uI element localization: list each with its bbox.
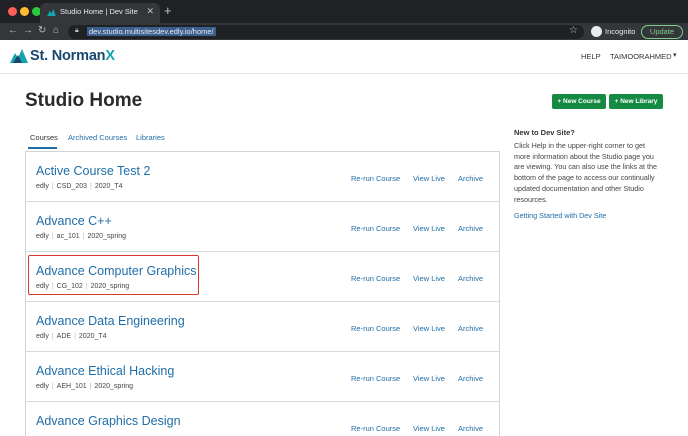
update-button[interactable]: Update — [641, 24, 683, 39]
view-live-link[interactable]: View Live — [413, 374, 445, 383]
incognito-icon — [591, 26, 602, 37]
view-live-link[interactable]: View Live — [413, 224, 445, 233]
archive-link[interactable]: Archive — [458, 324, 483, 333]
rerun-course-link[interactable]: Re-run Course — [351, 374, 400, 383]
browser-toolbar: ← → ↻ ⌂ 🔒︎ dev.studio.multisitesdev.edly… — [0, 23, 688, 40]
tab-archived-courses[interactable]: Archived Courses — [68, 133, 127, 142]
tab-courses[interactable]: Courses — [30, 133, 58, 142]
minimize-window-button[interactable] — [20, 7, 29, 16]
logo-accent: X — [105, 48, 115, 64]
active-tab-indicator — [28, 147, 57, 149]
archive-link[interactable]: Archive — [458, 224, 483, 233]
page-title: Studio Home — [25, 90, 143, 111]
new-tab-icon[interactable]: + — [164, 3, 172, 18]
bookmark-star-icon[interactable]: ☆ — [569, 25, 578, 36]
course-meta: edly | ac_101 | 2020_spring — [36, 233, 126, 240]
course-run: 2020_spring — [87, 233, 126, 240]
logo-icon[interactable] — [10, 49, 28, 63]
course-name-link[interactable]: Advance C++ — [36, 214, 112, 228]
home-icon[interactable]: ⌂ — [53, 25, 59, 36]
archive-link[interactable]: Archive — [458, 174, 483, 183]
user-menu[interactable]: TAIMOORAHMED — [610, 52, 672, 61]
sidebar-body: Click Help in the upper-right corner to … — [514, 141, 658, 204]
course-number: CSD_203 — [56, 183, 88, 190]
course-name-link[interactable]: Advance Ethical Hacking — [36, 364, 174, 378]
getting-started-link[interactable]: Getting Started with Dev Site — [514, 211, 606, 220]
new-library-label: New Library — [620, 98, 658, 105]
course-number: ADE — [56, 333, 72, 340]
close-window-button[interactable] — [8, 7, 17, 16]
caret-down-icon[interactable]: ▾ — [673, 51, 677, 59]
rerun-course-link[interactable]: Re-run Course — [351, 224, 400, 233]
course-org: edly — [36, 333, 49, 340]
reload-icon[interactable]: ↻ — [38, 25, 46, 36]
view-live-link[interactable]: View Live — [413, 174, 445, 183]
course-row: Active Course Test 2 edly | CSD_203 | 2020_T… — [26, 152, 499, 202]
course-row: Advance Ethical Hacking edly | AEH_101 | 202… — [26, 352, 499, 402]
incognito-label: Incognito — [605, 27, 636, 36]
view-live-link[interactable]: View Live — [413, 324, 445, 333]
course-meta: edly | CSD_203 | 2020_T4 — [36, 183, 123, 190]
archive-link[interactable]: Archive — [458, 274, 483, 283]
favicon-icon — [47, 9, 56, 16]
course-meta: edly | AEH_101 | 2020_spring — [36, 383, 133, 390]
rerun-course-link[interactable]: Re-run Course — [351, 174, 400, 183]
address-bar[interactable]: 🔒︎ dev.studio.multisitesdev.edly.io/home… — [68, 24, 584, 39]
url-text[interactable]: dev.studio.multisitesdev.edly.io/home/ — [87, 26, 216, 36]
site-header: St. NormanX HELP TAIMOORAHMED ▾ — [0, 40, 688, 74]
lock-icon: 🔒︎ — [75, 26, 79, 34]
course-name-link[interactable]: Advance Data Engineering — [36, 314, 185, 328]
course-row: Advance C++ edly | ac_101 | 2020_spring Re-r… — [26, 202, 499, 252]
browser-tab[interactable]: Studio Home | Dev Site ✕ — [40, 3, 160, 23]
browser-tab-bar: Studio Home | Dev Site ✕ + — [0, 0, 688, 23]
course-run: 2020_spring — [94, 383, 133, 390]
course-org: edly — [36, 183, 49, 190]
archive-link[interactable]: Archive — [458, 374, 483, 383]
course-row: Advance Graphics Design Re-run Course Vi… — [26, 402, 499, 436]
course-name-link[interactable]: Active Course Test 2 — [36, 164, 150, 178]
rerun-course-link[interactable]: Re-run Course — [351, 274, 400, 283]
rerun-course-link[interactable]: Re-run Course — [351, 424, 400, 433]
course-run: 2020_T4 — [78, 333, 107, 340]
rerun-course-link[interactable]: Re-run Course — [351, 324, 400, 333]
highlight-box — [28, 255, 199, 295]
course-meta: edly | ADE | 2020_T4 — [36, 333, 107, 340]
sidebar-heading: New to Dev Site? — [514, 128, 575, 137]
course-run: 2020_T4 — [94, 183, 123, 190]
new-course-button[interactable]: + New Course — [552, 94, 606, 109]
view-live-link[interactable]: View Live — [413, 424, 445, 433]
view-live-link[interactable]: View Live — [413, 274, 445, 283]
back-arrow-icon[interactable]: ← — [8, 25, 18, 36]
new-course-label: New Course — [563, 98, 601, 105]
course-row: Advance Data Engineering edly | ADE | 2020_T… — [26, 302, 499, 352]
tab-title: Studio Home | Dev Site — [60, 7, 138, 16]
course-org: edly — [36, 233, 49, 240]
archive-link[interactable]: Archive — [458, 424, 483, 433]
tab-close-icon[interactable]: ✕ — [146, 6, 154, 17]
course-org: edly — [36, 383, 49, 390]
course-number: ac_101 — [56, 233, 80, 240]
course-name-link[interactable]: Advance Graphics Design — [36, 414, 181, 428]
tab-libraries[interactable]: Libraries — [136, 133, 165, 142]
forward-arrow-icon[interactable]: → — [23, 25, 33, 36]
new-library-button[interactable]: + New Library — [609, 94, 663, 109]
logo-text[interactable]: St. NormanX — [30, 48, 115, 64]
help-link[interactable]: HELP — [581, 52, 601, 61]
course-number: AEH_101 — [56, 383, 87, 390]
